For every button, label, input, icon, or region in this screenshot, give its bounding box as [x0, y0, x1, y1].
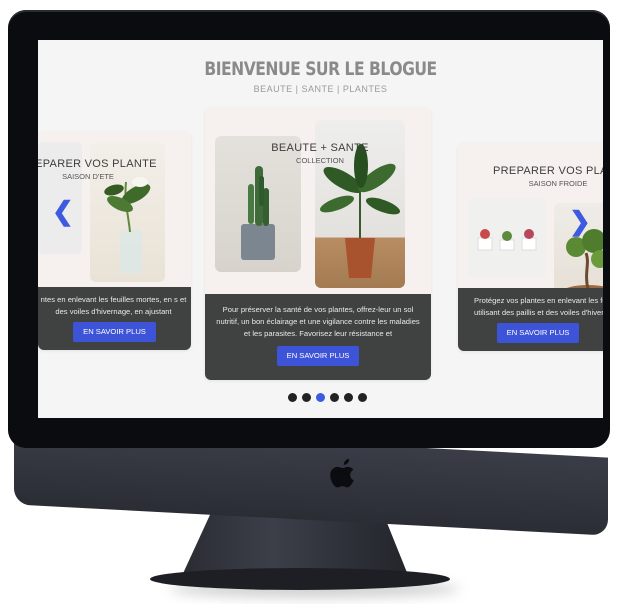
read-more-button[interactable]: EN SAVOIR PLUS	[73, 322, 156, 342]
card-text: ntes en enlevant les feuilles mortes, en…	[40, 295, 187, 316]
card-subtitle: SAISON D'ETE	[62, 172, 114, 181]
screen: BIENVENUE SUR LE BLOGUE BEAUTE | SANTE |…	[38, 40, 603, 418]
carousel-dot[interactable]	[302, 393, 311, 402]
card-title: PREPARER VOS PLANT	[493, 165, 603, 177]
carousel-dot[interactable]	[358, 393, 367, 402]
card-photo-succulents	[468, 198, 546, 278]
card-text: Pour préserver la santé de vos plantes, …	[216, 305, 420, 338]
carousel-card-left[interactable]: PREPARER VOS PLANTE SAISON D'ETE ntes en…	[38, 132, 191, 350]
card-body-center: Pour préserver la santé de vos plantes, …	[205, 294, 431, 380]
card-text: Protégez vos plantes en enlevant les fe …	[474, 296, 603, 317]
chevron-right-icon[interactable]: ❯	[569, 208, 591, 234]
card-subtitle: COLLECTION	[296, 156, 344, 165]
blog-subtitle: BEAUTE | SANTE | PLANTES	[253, 84, 388, 94]
carousel-dots	[288, 393, 367, 402]
card-title: BEAUTE + SANTE	[271, 142, 369, 154]
monitor: BIENVENUE SUR LE BLOGUE BEAUTE | SANTE |…	[8, 10, 610, 536]
succulents-image	[477, 229, 537, 251]
carousel-dot[interactable]	[330, 393, 339, 402]
read-more-button[interactable]: EN SAVOIR PLUS	[496, 323, 580, 343]
apple-logo-icon	[330, 458, 354, 488]
card-caption-left: PREPARER VOS PLANTE SAISON D'ETE	[38, 158, 168, 181]
card-caption-center: BEAUTE + SANTE COLLECTION	[255, 142, 385, 165]
card-subtitle: SAISON FROIDE	[528, 179, 588, 188]
chevron-left-icon[interactable]: ❮	[52, 198, 74, 224]
carousel-card-right[interactable]: PREPARER VOS PLANT SAISON FROIDE Protége…	[458, 143, 603, 351]
read-more-button[interactable]: EN SAVOIR PLUS	[276, 346, 360, 366]
monitor-stand-base	[150, 568, 450, 590]
card-body-right: Protégez vos plantes en enlevant les fe …	[458, 288, 603, 351]
carousel-dot[interactable]	[344, 393, 353, 402]
card-title: PREPARER VOS PLANTE	[38, 158, 157, 170]
blog-title: BIENVENUE SUR LE BLOGUE	[204, 58, 437, 80]
card-body-left: ntes en enlevant les feuilles mortes, en…	[38, 287, 191, 350]
carousel-card-center[interactable]: BEAUTE + SANTE COLLECTION Pour préserver…	[205, 108, 431, 380]
carousel-dot-active[interactable]	[316, 393, 325, 402]
card-caption-right: PREPARER VOS PLANT SAISON FROIDE	[488, 165, 603, 188]
carousel-dot[interactable]	[288, 393, 297, 402]
